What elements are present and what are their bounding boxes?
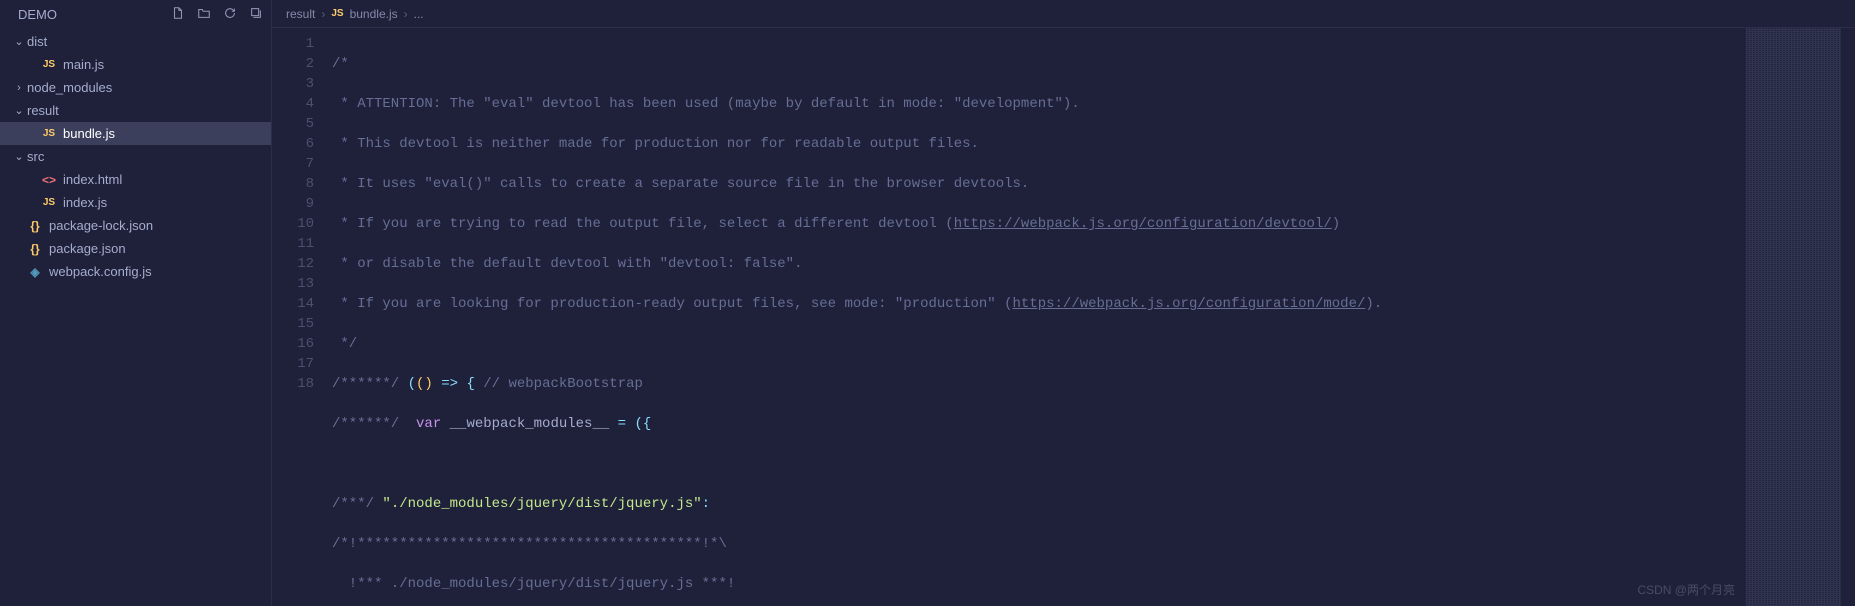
editor-area: result › JS bundle.js › ... 123456789101… (272, 0, 1855, 606)
file-bundle-js[interactable]: JSbundle.js (0, 122, 271, 145)
code-token: "./node_modules/jquery/dist/jquery.js" (374, 496, 702, 512)
line-number: 18 (272, 374, 314, 394)
code-token: * If you are trying to read the output f… (332, 216, 954, 232)
file-package-lock[interactable]: {}package-lock.json (0, 214, 271, 237)
file-package-json[interactable]: {}package.json (0, 237, 271, 260)
sidebar-actions (171, 6, 263, 23)
line-number: 16 (272, 334, 314, 354)
code-editor[interactable]: 123456789101112131415161718 /* * ATTENTI… (272, 28, 1855, 606)
line-number: 6 (272, 134, 314, 154)
code-token: * If you are looking for production-read… (332, 296, 1013, 312)
line-number: 17 (272, 354, 314, 374)
code-token: => (433, 376, 467, 392)
vertical-scrollbar[interactable] (1841, 28, 1855, 606)
breadcrumb-sep-icon: › (321, 7, 325, 21)
line-number: 10 (272, 214, 314, 234)
breadcrumb-seg[interactable]: result (286, 7, 315, 21)
code-link[interactable]: https://webpack.js.org/configuration/dev… (954, 216, 1332, 232)
line-number: 11 (272, 234, 314, 254)
new-file-icon[interactable] (171, 6, 185, 23)
line-number: 1 (272, 34, 314, 54)
breadcrumb[interactable]: result › JS bundle.js › ... (272, 0, 1855, 28)
collapse-all-icon[interactable] (249, 6, 263, 23)
line-number: 3 (272, 74, 314, 94)
js-icon: JS (331, 8, 343, 19)
code-token: { (466, 376, 483, 392)
line-number: 15 (272, 314, 314, 334)
minimap[interactable] (1746, 28, 1841, 606)
code-token: ) (1332, 216, 1340, 232)
line-number: 12 (272, 254, 314, 274)
chevron-down-icon: ⌄ (14, 150, 24, 163)
html-icon: <> (41, 172, 57, 188)
folder-result[interactable]: ⌄result (0, 99, 271, 122)
breadcrumb-seg[interactable]: ... (414, 7, 424, 21)
chevron-right-icon: › (14, 82, 24, 94)
file-tree: ⌄dist JSmain.js ›node_modules ⌄result JS… (0, 28, 271, 285)
chevron-down-icon: ⌄ (14, 104, 24, 117)
line-number: 4 (272, 94, 314, 114)
line-number: 13 (272, 274, 314, 294)
code-token: * This devtool is neither made for produ… (332, 136, 979, 152)
new-folder-icon[interactable] (197, 6, 211, 23)
code-token: () (416, 376, 433, 392)
line-number: 7 (272, 154, 314, 174)
minimap-preview (1746, 28, 1841, 606)
sidebar-title: DEMO (18, 7, 57, 22)
folder-src[interactable]: ⌄src (0, 145, 271, 168)
js-icon: JS (41, 126, 57, 142)
sidebar-header: DEMO (0, 0, 271, 28)
breadcrumb-seg[interactable]: bundle.js (350, 7, 398, 21)
webpack-icon: ◈ (27, 264, 43, 280)
code-token: : (702, 496, 710, 512)
js-icon: JS (41, 195, 57, 211)
folder-node-modules[interactable]: ›node_modules (0, 76, 271, 99)
file-main-js[interactable]: JSmain.js (0, 53, 271, 76)
refresh-icon[interactable] (223, 6, 237, 23)
code-token: !*** ./node_modules/jquery/dist/jquery.j… (332, 576, 735, 592)
code-token: /*!*************************************… (332, 536, 727, 552)
code-token: * It uses "eval()" calls to create a sep… (332, 176, 1029, 192)
chevron-down-icon: ⌄ (14, 35, 24, 48)
code-token: /******/ (332, 416, 399, 432)
watermark: CSDN @两个月亮 (1637, 581, 1735, 598)
folder-dist[interactable]: ⌄dist (0, 30, 271, 53)
code-token: ). (1365, 296, 1382, 312)
json-icon: {} (27, 241, 43, 257)
code-token: /******/ (332, 376, 399, 392)
line-number: 8 (272, 174, 314, 194)
breadcrumb-sep-icon: › (404, 7, 408, 21)
file-index-html[interactable]: <>index.html (0, 168, 271, 191)
line-number: 9 (272, 194, 314, 214)
code-token: __webpack_modules__ (441, 416, 617, 432)
line-number: 5 (272, 114, 314, 134)
code-token: var (399, 416, 441, 432)
line-number: 14 (272, 294, 314, 314)
code-token: /* (332, 56, 349, 72)
code-token: /***/ (332, 496, 374, 512)
file-explorer-sidebar: DEMO ⌄dist JSmain.js ›node_modules ⌄resu… (0, 0, 272, 606)
line-gutter: 123456789101112131415161718 (272, 28, 332, 606)
code-token: = ({ (618, 416, 652, 432)
code-content[interactable]: /* * ATTENTION: The "eval" devtool has b… (332, 28, 1746, 606)
code-token: ( (399, 376, 416, 392)
code-token: * or disable the default devtool with "d… (332, 256, 802, 272)
file-webpack-config[interactable]: ◈webpack.config.js (0, 260, 271, 283)
code-token: */ (332, 336, 357, 352)
code-token: * ATTENTION: The "eval" devtool has been… (332, 96, 1080, 112)
code-link[interactable]: https://webpack.js.org/configuration/mod… (1013, 296, 1366, 312)
line-number: 2 (272, 54, 314, 74)
js-icon: JS (41, 57, 57, 73)
json-icon: {} (27, 218, 43, 234)
code-token: // webpackBootstrap (483, 376, 643, 392)
file-index-js[interactable]: JSindex.js (0, 191, 271, 214)
